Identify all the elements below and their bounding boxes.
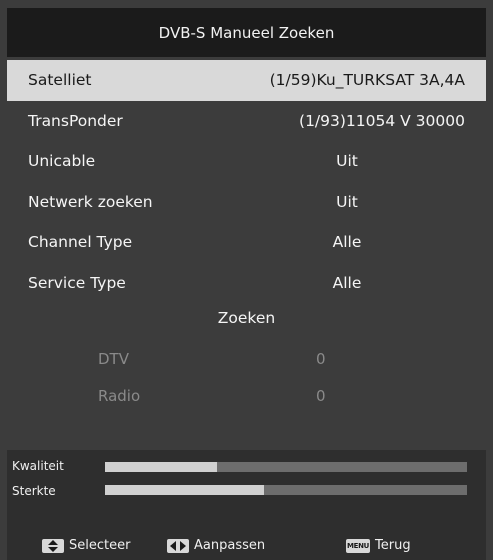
search-button[interactable]: Zoeken [7,303,486,333]
radio-label: Radio [98,387,141,405]
hint-label: Terug [375,538,411,553]
strength-label: Sterkte [12,484,56,498]
dtv-label: DTV [98,350,129,368]
row-value: Uit [336,192,358,211]
page-title: DVB-S Manueel Zoeken [158,23,335,42]
hint-terug: MENU Terug [346,538,411,553]
menu-key-icon: MENU [346,538,370,553]
settings-list: Satelliet (1/59)Ku_TURKSAT 3A,4A TransPo… [7,60,486,303]
left-right-arrows-icon [167,538,189,553]
radio-count: 0 [316,387,326,405]
quality-bar-fill [105,462,218,472]
strength-bar-fill [105,485,265,495]
row-label: Channel Type [28,233,133,252]
row-label: Netwerk zoeken [28,192,153,211]
row-netwerk-zoeken[interactable]: Netwerk zoeken Uit [7,182,486,223]
dtv-count: 0 [316,350,326,368]
row-transponder[interactable]: TransPonder (1/93)11054 V 30000 [7,101,486,142]
row-satelliet[interactable]: Satelliet (1/59)Ku_TURKSAT 3A,4A [7,60,486,101]
hint-label: Aanpassen [194,538,266,553]
up-down-arrows-icon [42,538,64,553]
row-value: Alle [332,273,362,292]
row-unicable[interactable]: Unicable Uit [7,141,486,182]
title-bar: DVB-S Manueel Zoeken [7,8,486,57]
row-label: TransPonder [28,111,123,130]
row-label: Unicable [28,152,96,171]
row-value: (1/59)Ku_TURKSAT 3A,4A [269,71,465,90]
strength-bar [105,485,467,495]
hint-label: Selecteer [69,538,131,553]
row-value: (1/93)11054 V 30000 [299,111,465,130]
hint-selecteer: Selecteer [42,538,130,553]
quality-label: Kwaliteit [12,459,64,473]
dvb-s-manual-search-screen: DVB-S Manueel Zoeken Satelliet (1/59)Ku_… [0,0,493,560]
row-service-type[interactable]: Service Type Alle [7,263,486,304]
row-value: Alle [332,233,362,252]
row-label: Service Type [28,273,126,292]
row-label: Satelliet [28,71,92,90]
hint-aanpassen: Aanpassen [167,538,265,553]
quality-bar [105,462,467,472]
row-channel-type[interactable]: Channel Type Alle [7,222,486,263]
row-value: Uit [336,152,358,171]
